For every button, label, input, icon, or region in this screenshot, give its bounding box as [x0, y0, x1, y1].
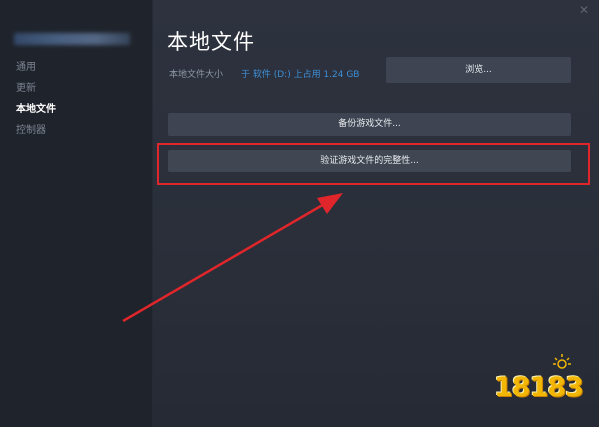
sidebar-item-general[interactable]: 通用 [16, 58, 36, 73]
watermark-logo: 18183 [494, 350, 586, 410]
local-files-size-value: 于 软件 (D:) 上占用 1.24 GB [241, 70, 360, 80]
sidebar-item-updates[interactable]: 更新 [16, 79, 36, 94]
sidebar: 通用 更新 本地文件 控制器 [0, 0, 153, 427]
steam-properties-window: 通用 更新 本地文件 控制器 本地文件 本地文件大小 于 软件 (D:) 上占用… [0, 0, 599, 427]
page-title: 本地文件 [167, 30, 255, 54]
close-icon[interactable]: ✕ [579, 3, 589, 17]
sidebar-item-controller[interactable]: 控制器 [16, 121, 46, 136]
highlight-annotation-box [157, 143, 590, 185]
sidebar-item-local-files[interactable]: 本地文件 [16, 100, 56, 115]
local-files-size-label: 本地文件大小 [169, 70, 224, 80]
sun-icon [553, 354, 571, 369]
blurred-game-title [14, 33, 130, 45]
watermark-text: 18183 [494, 372, 584, 403]
backup-game-files-button[interactable]: 备份游戏文件... [168, 113, 571, 136]
browse-button[interactable]: 浏览... [386, 57, 571, 83]
